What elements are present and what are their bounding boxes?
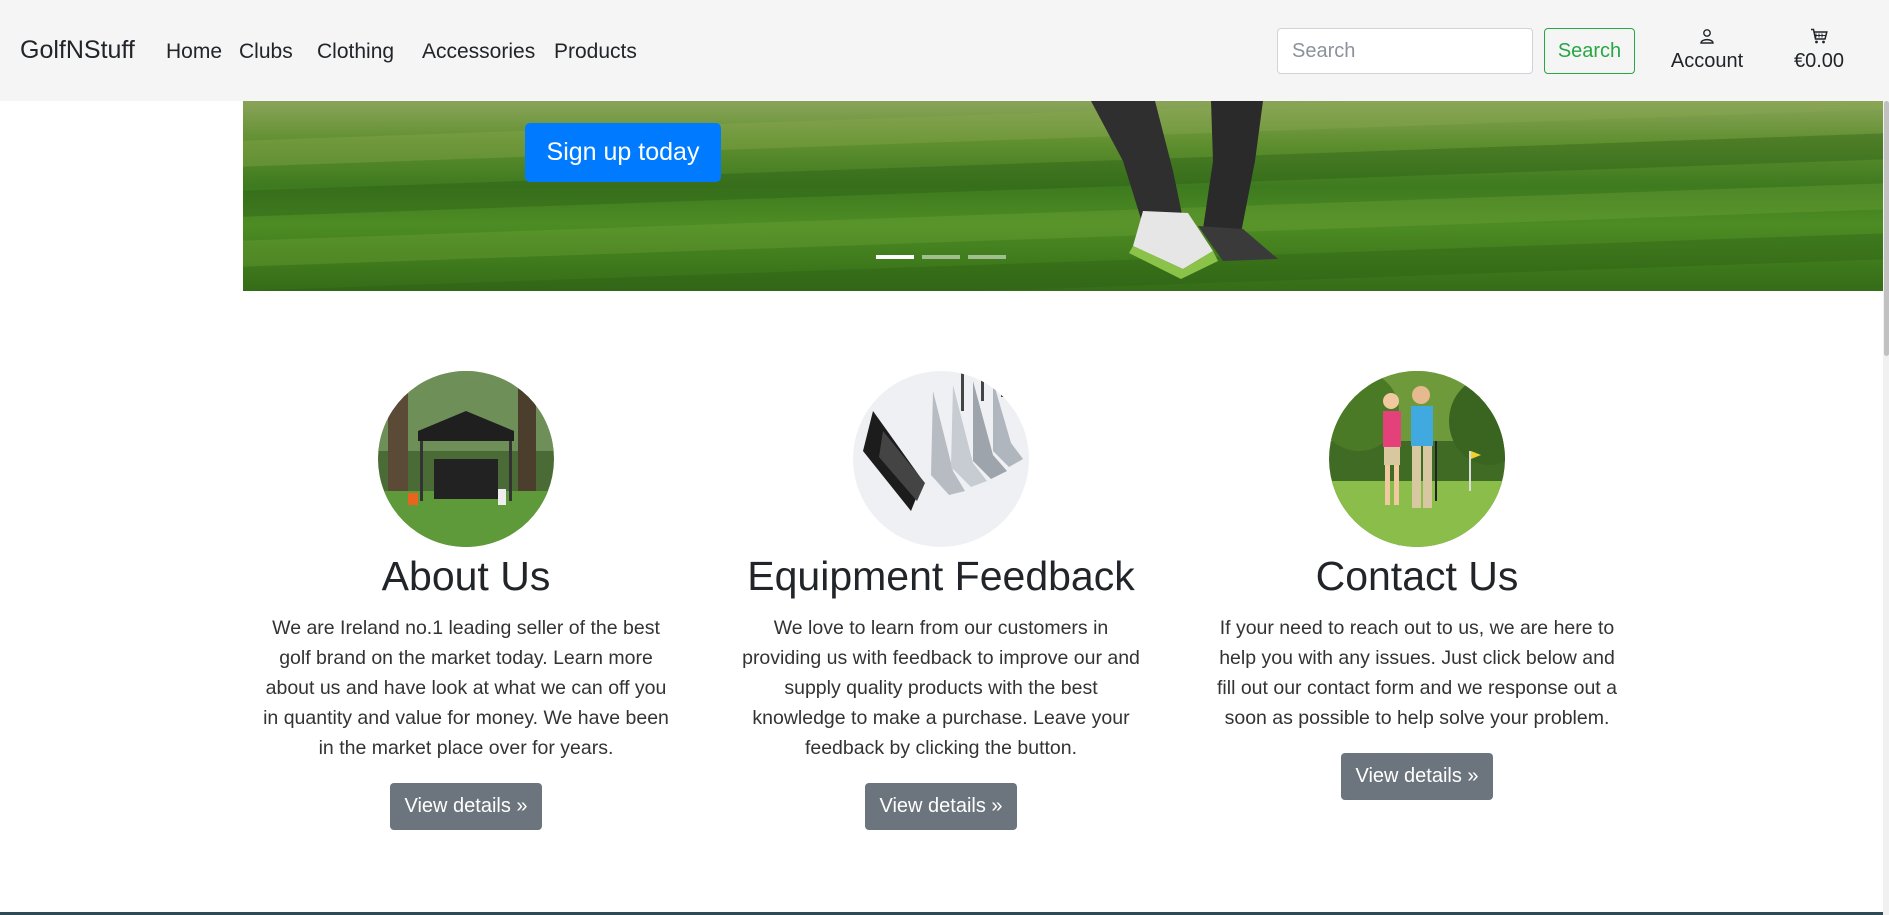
nav-link-clubs[interactable]: Clubs [239,40,293,64]
account-link[interactable]: Account [1670,28,1744,73]
cart-link[interactable]: €0.00 [1792,28,1846,73]
search-button[interactable]: Search [1544,28,1635,74]
feature-contact-us: Contact Us If your need to reach out to … [1207,371,1627,800]
feature-about-us: About Us We are Ireland no.1 leading sel… [256,371,676,830]
golf-couple-photo [1329,371,1505,547]
golfer-legs-image [1091,101,1278,279]
search-input[interactable] [1277,28,1533,74]
feature-text: We are Ireland no.1 leading seller of th… [263,617,669,759]
nav-link-home[interactable]: Home [166,40,222,64]
feature-text: If your need to reach out to us, we are … [1217,617,1617,729]
sign-up-button[interactable]: Sign up today [525,123,721,182]
carousel-indicators [876,255,1006,259]
golf-tent-photo [378,371,554,547]
carousel-indicator-3[interactable] [968,255,1006,259]
nav-link-clothing[interactable]: Clothing [317,40,394,64]
cart-icon [1811,28,1828,44]
carousel-indicator-2[interactable] [922,255,960,259]
cart-total: €0.00 [1793,50,1845,72]
feature-text: We love to learn from our customers in p… [742,617,1140,759]
account-label: Account [1670,50,1744,72]
carousel-indicator-1[interactable] [876,255,914,259]
brand-logo[interactable]: GolfNStuff [20,36,135,65]
feature-title: Equipment Feedback [747,553,1135,599]
nav-link-products[interactable]: Products [554,40,637,64]
feature-title: Contact Us [1315,553,1519,599]
feature-title: About Us [381,553,551,599]
feedback-view-details-button[interactable]: View details » [865,783,1017,830]
golf-clubs-photo [853,371,1029,547]
feature-equipment-feedback: Equipment Feedback We love to learn from… [731,371,1151,830]
user-icon [1700,29,1714,44]
about-view-details-button[interactable]: View details » [390,783,542,830]
contact-view-details-button[interactable]: View details » [1341,753,1493,800]
top-navbar: GolfNStuff Home Clubs Clothing Accessori… [0,0,1889,101]
scrollbar-thumb[interactable] [1884,101,1889,356]
nav-link-accessories[interactable]: Accessories [422,40,535,64]
hero-carousel[interactable]: Sign up today [243,101,1883,291]
